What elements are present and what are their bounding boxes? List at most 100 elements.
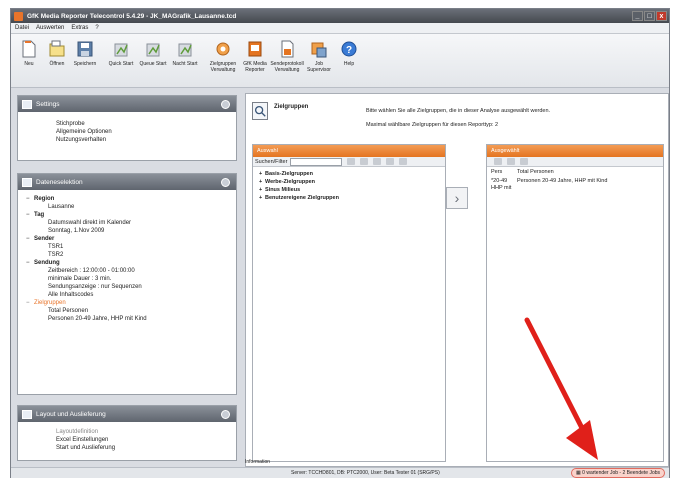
settings-stichprobe[interactable]: Stichprobe [56,120,228,128]
close-button[interactable]: x [656,11,667,21]
tree-item[interactable]: Datumswahl direkt im Kalender [26,219,228,227]
refresh-icon[interactable] [386,158,395,165]
target-group-wizard-icon [252,102,268,120]
new-button[interactable]: Neu [15,34,43,84]
settings-allgemeine-optionen[interactable]: Allgemeine Optionen [56,128,228,136]
menu-datei[interactable]: Datei [15,25,29,31]
filter-label: Suchen/Filter [255,158,288,165]
remove-icon[interactable] [520,158,528,165]
collapse-tree-icon[interactable]: − [26,259,34,267]
tree-item[interactable]: Lausanne [26,203,228,211]
app-logo-icon [14,11,23,21]
selected-columns: Pers Total Personen [487,167,663,176]
selected-toolbar [487,157,663,167]
selected-row-code: *20-49 HHP mit [491,178,512,191]
media-reporter-button[interactable]: GfK Media Reporter [239,34,271,84]
collapse-icon[interactable] [221,177,230,187]
layout-panel-header[interactable]: Layout und Auslieferung [18,406,236,422]
available-list-header: Auswahl [253,145,445,157]
tree-item[interactable]: − Tag [26,211,228,219]
filter-input[interactable] [290,157,343,166]
tree-item[interactable]: TSR1 [26,243,228,251]
data-selection-panel: Dateneselektion − Region Lausanne − Tag Datum… [17,173,237,395]
information-label: Information [245,459,271,465]
wizard-description: Bitte wählen Sie alle Zielgruppen, die i… [366,108,551,128]
delete-icon[interactable] [399,158,408,165]
night-start-icon [178,43,192,57]
tree-item[interactable]: Sonntag, 1.Nov 2009 [26,227,228,235]
svg-text:?: ? [346,45,352,56]
filter-icon[interactable] [347,158,356,165]
tree-item[interactable]: Total Personen [26,307,228,315]
settings-icon [22,99,32,109]
wizard-title: Zielgruppen [274,104,309,110]
selected-list-header: Ausgewählt [487,145,663,157]
list-item-benutzereigene-zielgruppen[interactable]: Benutzereigene Zielgruppen [253,194,445,202]
job-status-badge[interactable]: ▦ 0 wartender Job - 2 Beendete Jobs [571,468,665,478]
menu-bar: Datei Auswerten Extras ? [11,23,669,34]
media-reporter-icon [248,41,262,57]
navigation-pane: Settings Stichprobe Allgemeine Optionen … [17,95,237,465]
tree-item[interactable]: Zeitbereich : 12:00:00 - 01:00:00 [26,267,228,275]
save-icon [77,41,93,57]
collapse-tree-icon[interactable]: − [26,235,34,243]
menu-extras[interactable]: Extras [71,25,88,31]
job-supervisor-icon [311,42,327,58]
tree-item[interactable]: Personen 20-49 Jahre, HHP mit Kind [26,315,228,323]
list-item-basis-zielgruppen[interactable]: Basis-Zielgruppen [253,170,445,178]
queue-start-button[interactable]: Queue Start [137,34,169,84]
layout-icon [22,409,32,419]
minimize-button[interactable]: _ [632,11,643,21]
save-button[interactable]: Speichern [71,34,99,84]
data-selection-panel-header[interactable]: Dateneselektion [18,174,236,190]
tree-item[interactable]: − Zielgruppen [26,299,228,307]
quick-start-button[interactable]: Quick Start [105,34,137,84]
collapse-tree-icon[interactable]: − [26,299,34,307]
add-to-selection-button[interactable]: › [446,187,468,209]
selected-col-code: Pers [491,169,503,175]
collapse-icon[interactable] [221,409,230,419]
selected-col-name: Total Personen [517,169,554,175]
move-up-icon[interactable] [494,158,502,165]
tree-item[interactable]: − Sendung [26,259,228,267]
layout-definition[interactable]: Layoutdefinition [56,428,228,436]
open-button[interactable]: Öffnen [43,34,71,84]
data-selection-tree: − Region Lausanne − Tag Datumswahl direkt im … [18,190,236,328]
help-button[interactable]: ? Help [335,34,363,84]
tree-item[interactable]: Sendungsanzeige : nur Sequenzen [26,283,228,291]
settings-nutzungsverhalten[interactable]: Nutzungsverhalten [56,136,228,144]
tree-item[interactable]: − Region [26,195,228,203]
job-supervisor-button[interactable]: Job Supervisor [303,34,335,84]
collapse-all-icon[interactable] [373,158,382,165]
window-controls: _ □ x [632,11,667,21]
target-groups-button[interactable]: Zielgruppen Verwaltung [207,34,239,84]
app-window: GfK Media Reporter Telecontrol 5.4.29 - … [10,8,670,478]
tree-item[interactable]: Alle Inhaltscodes [26,291,228,299]
move-down-icon[interactable] [507,158,515,165]
target-groups-icon [216,42,230,56]
night-start-button[interactable]: Nacht Start [169,34,201,84]
selected-list: Ausgewählt Pers Total Personen *20-49 HH… [486,144,664,462]
collapse-icon[interactable] [221,99,230,109]
collapse-tree-icon[interactable]: − [26,211,34,219]
data-selection-icon [22,177,32,187]
maximize-button[interactable]: □ [644,11,655,21]
list-item-sinus-milieus[interactable]: Sinus Milieus [253,186,445,194]
selected-row-name: Personen 20-49 Jahre, HHP mit Kind [517,178,608,184]
menu-auswerten[interactable]: Auswerten [36,25,64,31]
list-item-werbe-zielgruppen[interactable]: Werbe-Zielgruppen [253,178,445,186]
layout-start-delivery[interactable]: Start und Auslieferung [56,444,228,452]
help-icon: ? [341,41,357,57]
title-bar: GfK Media Reporter Telecontrol 5.4.29 - … [11,9,669,23]
tree-item[interactable]: − Sender [26,235,228,243]
expand-icon[interactable] [360,158,369,165]
settings-panel-header[interactable]: Settings [18,96,236,112]
tree-item[interactable]: minimale Dauer : 3 min. [26,275,228,283]
menu-help[interactable]: ? [95,25,98,31]
layout-excel-settings[interactable]: Excel Einstellungen [56,436,228,444]
collapse-tree-icon[interactable]: − [26,195,34,203]
available-list: Auswahl Suchen/Filter Basis-Zielgruppen … [252,144,446,462]
tree-item[interactable]: TSR2 [26,251,228,259]
selected-row[interactable]: *20-49 HHP mit Personen 20-49 Jahre, HHP… [487,176,663,192]
broadcast-log-button[interactable]: Sendeprotokoll Verwaltung [270,34,304,84]
